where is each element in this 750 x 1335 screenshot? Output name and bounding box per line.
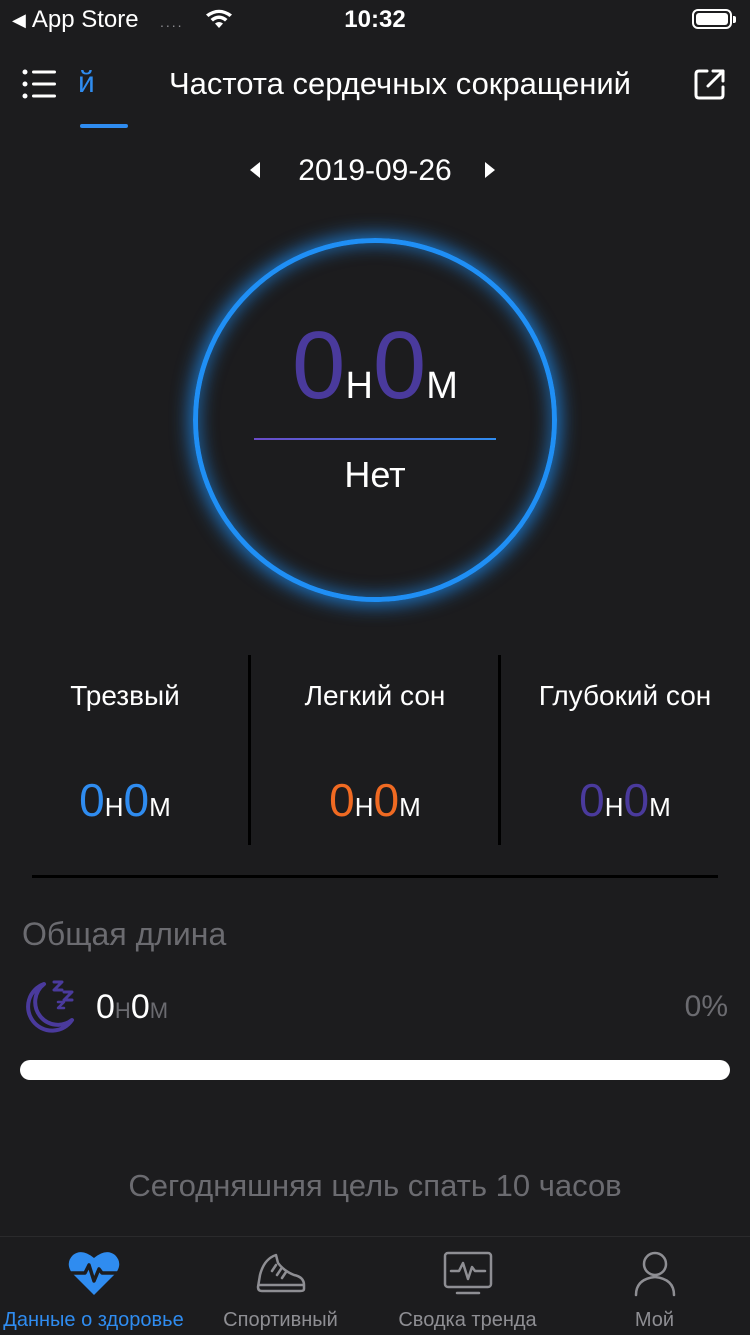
sneaker-icon <box>256 1253 305 1293</box>
nav-trend-summary[interactable]: Сводка тренда <box>374 1237 561 1335</box>
total-percent: 0% <box>684 990 728 1023</box>
sleep-hours: 0 <box>292 312 346 419</box>
bottom-navigation: Данные о здоровье Спортивный Сводка трен… <box>0 1236 750 1335</box>
stat-value: 0Н0М <box>79 774 171 826</box>
hours-unit: Н <box>345 365 373 407</box>
active-tab-indicator <box>80 124 128 128</box>
stat-awake: Трезвый 0Н0М <box>0 655 250 845</box>
minutes-unit: М <box>426 365 458 407</box>
nav-label: Мой <box>634 1309 675 1331</box>
stat-label: Легкий сон <box>304 680 446 711</box>
sleep-minutes: 0 <box>372 312 427 419</box>
total-length-title: Общая длина <box>22 916 227 952</box>
battery-icon <box>692 9 736 29</box>
stat-light-sleep: Легкий сон 0Н0М <box>250 655 500 845</box>
nav-profile[interactable]: Мой <box>561 1237 748 1335</box>
person-icon <box>634 1251 675 1297</box>
nav-health-data[interactable]: Данные о здоровье <box>0 1237 187 1335</box>
share-export-icon[interactable] <box>692 66 728 102</box>
sleep-summary-ring <box>193 238 557 602</box>
heart-pulse-icon <box>68 1252 119 1295</box>
trend-monitor-icon <box>443 1251 492 1295</box>
status-time: 10:32 <box>344 6 406 33</box>
nav-sport[interactable]: Спортивный <box>187 1237 374 1335</box>
selected-date: 2019-09-26 <box>298 154 452 187</box>
moon-sleep-icon <box>26 980 74 1033</box>
total-progress-bar <box>20 1060 730 1080</box>
stat-value: 0Н0М <box>579 774 671 826</box>
stat-value: 0Н0М <box>329 774 421 826</box>
sleep-goal-text: Сегодняшняя цель спать 10 часов <box>128 1168 622 1203</box>
tab-heart-rate[interactable]: Частота сердечных сокращений <box>130 66 670 102</box>
status-bar: ◀ App Store .... 10:32 <box>0 0 750 40</box>
sleep-quality-label: Нет <box>344 454 406 495</box>
section-divider <box>32 875 718 878</box>
next-date-arrow-icon[interactable] <box>485 162 495 178</box>
sleep-duration: 0Н0М <box>0 318 750 414</box>
total-duration: 0Н0М <box>96 988 169 1026</box>
menu-list-icon[interactable] <box>20 66 60 102</box>
stat-deep-sleep: Глубокий сон 0Н0М <box>500 655 750 845</box>
stat-label: Глубокий сон <box>538 680 712 711</box>
ring-separator <box>254 438 496 440</box>
tab-sleep-partial[interactable]: й <box>78 66 95 100</box>
stat-label: Трезвый <box>70 680 180 711</box>
